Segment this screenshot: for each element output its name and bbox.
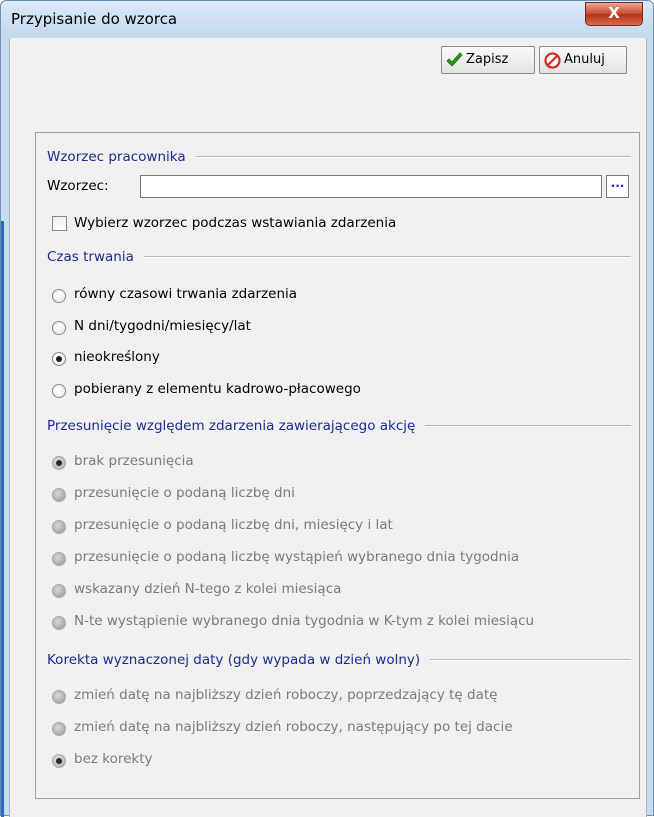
group-duration-title: Czas trwania bbox=[47, 249, 134, 265]
group-shift-title: Przesunięcie względem zdarzenia zawieraj… bbox=[47, 418, 416, 434]
radio-duration-n-units[interactable] bbox=[52, 321, 66, 335]
group-pattern: Wzorzec pracownika bbox=[47, 147, 631, 167]
radio-shift-none-label[interactable]: brak przesunięcia bbox=[74, 453, 194, 469]
group-correction: Korekta wyznaczonej daty (gdy wypada w d… bbox=[47, 650, 631, 670]
radio-shift-days-months-years[interactable] bbox=[52, 520, 66, 534]
radio-correction-next-label[interactable]: zmień datę na najbliższy dzień roboczy, … bbox=[74, 719, 513, 735]
radio-duration-from-element[interactable] bbox=[52, 384, 66, 398]
background-window-edge bbox=[1, 221, 4, 817]
radio-correction-next[interactable] bbox=[52, 722, 66, 736]
radio-shift-days[interactable] bbox=[52, 488, 66, 502]
group-divider bbox=[143, 256, 631, 258]
group-duration: Czas trwania bbox=[47, 247, 631, 267]
radio-shift-nth-weekday-label[interactable]: N-te wystąpienie wybranego dnia tygodnia… bbox=[74, 613, 534, 629]
close-icon: X bbox=[608, 4, 620, 22]
checkmark-icon bbox=[446, 52, 463, 67]
group-shift: Przesunięcie względem zdarzenia zawieraj… bbox=[47, 416, 631, 436]
radio-correction-previous[interactable] bbox=[52, 690, 66, 704]
browse-pattern-button[interactable]: ... bbox=[606, 175, 629, 198]
group-pattern-title: Wzorzec pracownika bbox=[47, 149, 186, 165]
group-correction-title: Korekta wyznaczonej daty (gdy wypada w d… bbox=[47, 652, 421, 668]
save-button[interactable]: Zapisz bbox=[441, 46, 535, 74]
radio-shift-days-label[interactable]: przesunięcie o podaną liczbę dni bbox=[74, 485, 295, 501]
title-bar[interactable]: Przypisanie do wzorca X bbox=[1, 1, 653, 37]
radio-duration-from-element-label[interactable]: pobierany z elementu kadrowo-płacowego bbox=[74, 381, 361, 397]
radio-shift-none[interactable] bbox=[52, 456, 66, 470]
radio-duration-event[interactable] bbox=[52, 289, 66, 303]
cancel-button-label: Anuluj bbox=[564, 52, 605, 67]
choose-pattern-checkbox[interactable] bbox=[52, 216, 67, 231]
close-button[interactable]: X bbox=[585, 2, 643, 26]
radio-duration-indefinite-label[interactable]: nieokreślony bbox=[74, 349, 160, 365]
radio-shift-days-months-years-label[interactable]: przesunięcie o podaną liczbę dni, miesię… bbox=[74, 517, 393, 533]
save-button-label: Zapisz bbox=[466, 52, 509, 67]
radio-shift-nth-weekday[interactable] bbox=[52, 616, 66, 630]
group-divider bbox=[430, 659, 631, 661]
cancel-icon bbox=[544, 52, 561, 69]
window-title: Przypisanie do wzorca bbox=[11, 10, 178, 28]
choose-pattern-checkbox-label[interactable]: Wybierz wzorzec podczas wstawiania zdarz… bbox=[74, 215, 396, 231]
radio-duration-n-units-label[interactable]: N dni/tygodni/miesięcy/lat bbox=[74, 318, 251, 334]
radio-correction-none[interactable] bbox=[52, 754, 66, 768]
radio-shift-day-of-month[interactable] bbox=[52, 584, 66, 598]
cancel-button[interactable]: Anuluj bbox=[539, 46, 627, 74]
radio-correction-previous-label[interactable]: zmień datę na najbliższy dzień roboczy, … bbox=[74, 687, 497, 703]
radio-correction-none-label[interactable]: bez korekty bbox=[74, 751, 153, 767]
radio-shift-day-of-month-label[interactable]: wskazany dzień N-tego z kolei miesiąca bbox=[74, 581, 341, 597]
radio-duration-indefinite[interactable] bbox=[52, 352, 66, 366]
radio-shift-weekday-occurrences-label[interactable]: przesunięcie o podaną liczbę wystąpień w… bbox=[74, 549, 519, 565]
group-divider bbox=[195, 156, 631, 158]
pattern-field-label: Wzorzec: bbox=[47, 178, 109, 194]
radio-duration-event-label[interactable]: równy czasowi trwania zdarzenia bbox=[74, 286, 297, 302]
radio-shift-weekday-occurrences[interactable] bbox=[52, 552, 66, 566]
pattern-input[interactable] bbox=[140, 175, 602, 198]
group-divider bbox=[425, 425, 631, 427]
